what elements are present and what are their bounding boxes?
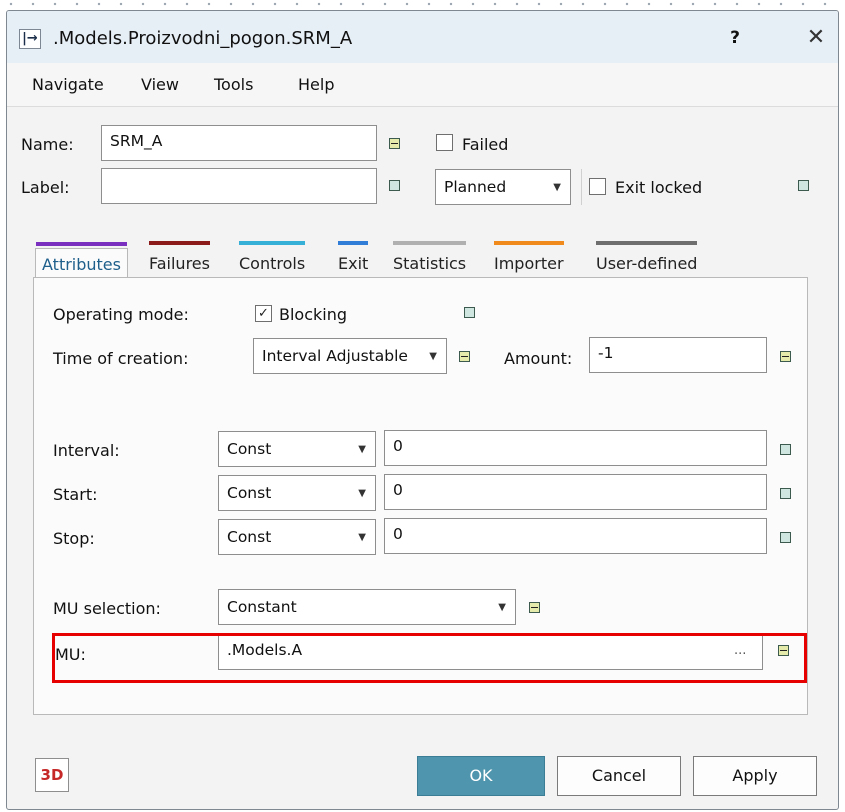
failed-checkbox[interactable] [436, 134, 453, 151]
inheritance-icon[interactable] [389, 138, 400, 149]
label-label: Label: [21, 178, 70, 197]
menu-bar: Navigate View Tools Help [7, 63, 838, 107]
name-input[interactable]: SRM_A [101, 125, 377, 161]
tab-controls[interactable]: Controls [239, 241, 306, 278]
inheritance-icon[interactable] [389, 180, 400, 191]
chevron-down-icon: ▼ [498, 602, 506, 613]
time-of-creation-value: Interval Adjustable [262, 347, 408, 365]
stop-input[interactable]: 0 [384, 518, 767, 554]
inheritance-icon[interactable] [459, 351, 470, 362]
ok-button[interactable]: OK [417, 756, 545, 796]
mu-selection-value: Constant [227, 598, 297, 616]
menu-view[interactable]: View [141, 75, 179, 94]
state-value: Planned [444, 178, 507, 196]
inheritance-icon[interactable] [780, 488, 791, 499]
inheritance-icon[interactable] [798, 180, 809, 191]
stop-type-dropdown[interactable]: Const ▼ [218, 519, 376, 555]
name-label: Name: [21, 135, 74, 154]
menu-help[interactable]: Help [298, 75, 334, 94]
tab-color-stripe [494, 241, 564, 245]
chevron-down-icon: ▼ [358, 444, 366, 455]
state-dropdown[interactable]: Planned ▼ [435, 169, 571, 205]
stop-type-value: Const [227, 528, 272, 546]
inheritance-icon[interactable] [529, 602, 540, 613]
tab-importer[interactable]: Importer [494, 241, 564, 278]
tab-statistics[interactable]: Statistics [393, 241, 467, 278]
exit-locked-label: Exit locked [615, 178, 703, 197]
amount-label: Amount: [504, 349, 573, 368]
chevron-down-icon: ▼ [553, 182, 561, 193]
tab-color-stripe [393, 241, 467, 245]
chevron-down-icon: ▼ [423, 351, 437, 362]
separator [581, 169, 582, 205]
time-of-creation-label: Time of creation: [53, 349, 189, 368]
dialog-window: |→ .Models.Proizvodni_pogon.SRM_A ? ✕ Na… [6, 10, 839, 810]
mu-highlight-box [52, 633, 807, 683]
inheritance-icon[interactable] [780, 351, 791, 362]
help-button[interactable]: ? [725, 28, 745, 48]
3d-button[interactable]: 3D [35, 758, 69, 792]
tab-color-stripe [36, 242, 127, 246]
tab-color-stripe [149, 241, 210, 245]
title-bar: |→ .Models.Proizvodni_pogon.SRM_A ? ✕ [7, 11, 838, 63]
inheritance-icon[interactable] [464, 307, 475, 318]
window-title: .Models.Proizvodni_pogon.SRM_A [53, 28, 353, 49]
blocking-checkbox[interactable]: ✓ [255, 305, 272, 322]
mu-selection-label: MU selection: [53, 599, 161, 618]
tab-failures[interactable]: Failures [149, 241, 210, 278]
exit-locked-checkbox[interactable] [589, 178, 606, 195]
amount-input[interactable]: -1 [589, 337, 767, 373]
interval-type-value: Const [227, 440, 272, 458]
interval-type-dropdown[interactable]: Const ▼ [218, 431, 376, 467]
tab-attributes[interactable]: Attributes [35, 242, 128, 278]
chevron-down-icon: ▼ [358, 488, 366, 499]
object-type-icon: |→ [19, 29, 41, 49]
blocking-label: Blocking [279, 305, 348, 324]
interval-label: Interval: [53, 441, 120, 460]
tab-user-defined[interactable]: User-defined [596, 241, 698, 278]
background-dots [0, 0, 845, 8]
mu-selection-dropdown[interactable]: Constant ▼ [218, 589, 516, 625]
tab-color-stripe [338, 241, 369, 245]
menu-tools[interactable]: Tools [214, 75, 253, 94]
failed-label: Failed [462, 135, 509, 154]
menu-navigate[interactable]: Navigate [32, 75, 104, 94]
tab-color-stripe [596, 241, 698, 245]
operating-mode-label: Operating mode: [53, 305, 189, 324]
tab-color-stripe [239, 241, 306, 245]
interval-input[interactable]: 0 [384, 430, 767, 466]
apply-button[interactable]: Apply [693, 756, 817, 796]
start-type-dropdown[interactable]: Const ▼ [218, 475, 376, 511]
label-input[interactable] [101, 168, 377, 204]
time-of-creation-dropdown[interactable]: Interval Adjustable ▼ [253, 338, 447, 374]
start-input[interactable]: 0 [384, 474, 767, 510]
stop-label: Stop: [53, 529, 95, 548]
start-type-value: Const [227, 484, 272, 502]
inheritance-icon[interactable] [780, 532, 791, 543]
chevron-down-icon: ▼ [358, 532, 366, 543]
cancel-button[interactable]: Cancel [557, 756, 681, 796]
tab-exit[interactable]: Exit [338, 241, 369, 278]
inheritance-icon[interactable] [780, 444, 791, 455]
start-label: Start: [53, 485, 98, 504]
close-button[interactable]: ✕ [804, 25, 828, 50]
